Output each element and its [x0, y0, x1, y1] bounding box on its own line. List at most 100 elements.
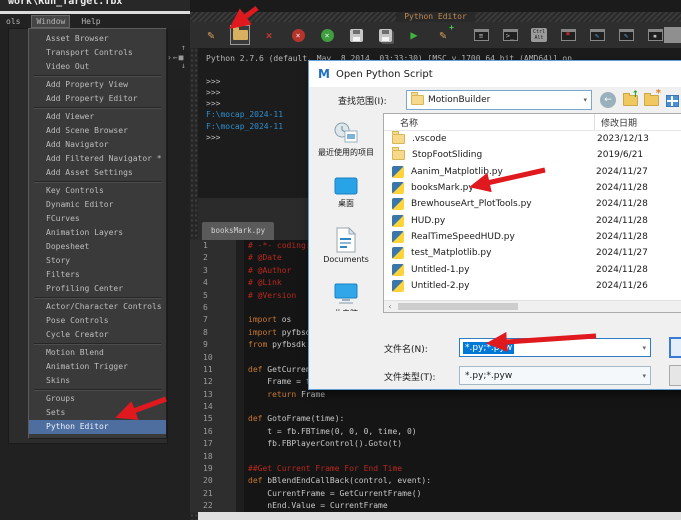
menu-item-animation-layers[interactable]: Animation Layers — [29, 226, 166, 240]
this-pc-icon — [332, 282, 360, 306]
file-row-vscode[interactable]: .vscode2023/12/13 — [384, 131, 681, 147]
code-segment: def — [248, 476, 262, 485]
column-date[interactable]: 修改日期 — [594, 114, 637, 130]
place-desktop[interactable]: 桌面 — [309, 176, 383, 209]
file-row-aanim-matplotlib-py[interactable]: Aanim_Matplotlib.py2024/11/27 — [384, 164, 681, 180]
look-in-combobox[interactable]: MotionBuilder ▾ — [406, 90, 592, 110]
close-script-icon[interactable]: × — [260, 26, 278, 44]
open-script-icon[interactable] — [231, 26, 249, 44]
menu-item-transport-controls[interactable]: Transport Controls — [29, 46, 166, 60]
file-name: HUD.py — [411, 216, 589, 226]
column-name[interactable]: 名称 ^ — [384, 116, 594, 129]
menu-item-add-asset-settings[interactable]: Add Asset Settings — [29, 166, 166, 180]
fold-gutter — [236, 240, 244, 252]
line-number: 21 — [190, 488, 236, 500]
code-line: 21 CurrentFrame = GetCurrentFrame() — [190, 488, 681, 500]
menu-item-add-navigator[interactable]: Add Navigator — [29, 138, 166, 152]
line-number: 9 — [190, 339, 236, 351]
new-script-icon-glyph: ✎ — [207, 28, 214, 42]
filelist-hscrollbar[interactable]: ‹ — [384, 300, 681, 312]
open-button[interactable] — [669, 337, 681, 358]
editor-options-icon-glyph: ≡ — [474, 29, 489, 41]
window-menu: Asset BrowserTransport ControlsVideo Out… — [28, 28, 167, 439]
menu-help[interactable]: Help — [77, 16, 104, 27]
place-documents[interactable]: Documents — [309, 227, 383, 264]
file-row-test-matplotlib-py[interactable]: test_Matplotlib.py2024/11/27 — [384, 245, 681, 261]
menu-separator — [34, 181, 161, 183]
view-menu-button[interactable]: ▾ — [663, 92, 681, 109]
new-script-icon[interactable]: ✎ — [202, 26, 220, 44]
save-as-icon[interactable] — [376, 26, 394, 44]
menu-item-add-viewer[interactable]: Add Viewer — [29, 110, 166, 124]
menu-item-sets[interactable]: Sets — [29, 406, 166, 420]
file-name-input[interactable]: *.py;*.pyw ▾ — [459, 338, 651, 357]
code-line: 15def GotoFrame(time): — [190, 413, 681, 425]
menu-window[interactable]: Window — [32, 16, 69, 27]
down-arrow-icon[interactable]: ↓ — [181, 61, 186, 70]
menu-item-add-scene-browser[interactable]: Add Scene Browser — [29, 124, 166, 138]
file-row-realtimespeedhud-py[interactable]: RealTimeSpeedHUD.py2024/11/28 — [384, 229, 681, 245]
new-folder-button[interactable]: * — [642, 92, 660, 109]
menu-item-add-property-editor[interactable]: Add Property Editor — [29, 92, 166, 106]
menu-item-motion-blend[interactable]: Motion Blend — [29, 346, 166, 360]
fold-gutter — [236, 314, 244, 326]
code-line: 16 t = fb.FBTime(0, 0, 0, time, 0) — [190, 426, 681, 438]
menu-item-story[interactable]: Story — [29, 254, 166, 268]
file-type-select[interactable]: *.py;*.pyw ▾ — [459, 366, 651, 385]
up-one-level-button[interactable]: ↑ — [621, 92, 639, 109]
menu-item-filters[interactable]: Filters — [29, 268, 166, 282]
close-all-scripts-icon[interactable]: × — [289, 26, 307, 44]
scroll-left-icon[interactable]: ‹ — [384, 302, 396, 311]
file-row-brewhouseart-plottools-py[interactable]: BrewhouseArt_PlotTools.py2024/11/28 — [384, 196, 681, 212]
menu-item-key-controls[interactable]: Key Controls — [29, 184, 166, 198]
editor-options-icon[interactable]: ≡ — [472, 26, 490, 44]
code-segment: ##Get Current Frame For End Time — [248, 464, 402, 473]
menu-item-cycle-creator[interactable]: Cycle Creator — [29, 328, 166, 342]
file-row-hud-py[interactable]: HUD.py2024/11/28 — [384, 212, 681, 228]
run-selection-icon[interactable]: ✎ — [434, 26, 452, 44]
edit-window-alt-icon[interactable]: ✎ — [617, 26, 635, 44]
code-segment: from — [248, 340, 267, 349]
file-row-stopfootsliding[interactable]: StopFootSliding2019/6/21 — [384, 147, 681, 163]
file-row-untitled-1-py[interactable]: Untitled-1.py2024/11/28 — [384, 261, 681, 277]
console-window-icon[interactable]: >_ — [501, 26, 519, 44]
menu-item-profiling-center[interactable]: Profiling Center — [29, 282, 166, 296]
open-script-dialog: M Open Python Script 查找范围(I): MotionBuil… — [308, 60, 681, 390]
menu-item-fcurves[interactable]: FCurves — [29, 212, 166, 226]
code-segment: bBlendEndCallBack(control, event): — [262, 476, 431, 485]
debug-window-icon[interactable]: * — [559, 26, 577, 44]
menu-item-dynamic-editor[interactable]: Dynamic Editor — [29, 198, 166, 212]
menu-item-asset-browser[interactable]: Asset Browser — [29, 32, 166, 46]
file-row-booksmark-py[interactable]: booksMark.py2024/11/28 — [384, 180, 681, 196]
views-grid-icon — [666, 95, 679, 107]
place-this-pc[interactable]: 此电脑 — [309, 282, 383, 311]
back-button[interactable]: ← — [600, 92, 616, 108]
run-script-icon[interactable]: ▶ — [405, 26, 423, 44]
tab-booksmark[interactable]: booksMark.py — [202, 222, 274, 240]
save-icon[interactable] — [347, 26, 365, 44]
edit-window-icon[interactable]: ✎ — [588, 26, 606, 44]
place-recent-items[interactable]: 最近使用的项目 — [309, 121, 383, 158]
menu-item-pose-controls[interactable]: Pose Controls — [29, 314, 166, 328]
menu-item-add-property-view[interactable]: Add Property View — [29, 78, 166, 92]
search-window-icon[interactable]: ▪ — [646, 26, 664, 44]
menu-separator — [34, 343, 161, 345]
file-row-untitled-2-py[interactable]: Untitled-2.py2024/11/26 — [384, 278, 681, 294]
shortcut-keys-icon[interactable]: Ctrl Alt — [530, 26, 548, 44]
menu-item-video-out[interactable]: Video Out — [29, 60, 166, 74]
menu-item-dopesheet[interactable]: Dopesheet — [29, 240, 166, 254]
menu-item-skins[interactable]: Skins — [29, 374, 166, 388]
panel-title: Python Editor — [396, 12, 475, 22]
menu-item-add-filtered-navigator[interactable]: Add Filtered Navigator * — [29, 152, 166, 166]
cancel-button[interactable] — [669, 365, 681, 386]
clear-output-icon[interactable]: × — [318, 26, 336, 44]
menu-item-python-editor[interactable]: Python Editor — [29, 420, 166, 434]
menu-item-animation-trigger[interactable]: Animation Trigger — [29, 360, 166, 374]
editor-hscrollbar[interactable] — [198, 512, 681, 520]
code-text — [244, 401, 248, 413]
menu-tools[interactable]: ols — [2, 16, 24, 27]
menu-item-actor-character-controls[interactable]: Actor/Character Controls — [29, 300, 166, 314]
fold-gutter — [236, 500, 244, 512]
up-arrow-icon[interactable]: ↑ — [181, 43, 186, 52]
menu-item-groups[interactable]: Groups — [29, 392, 166, 406]
